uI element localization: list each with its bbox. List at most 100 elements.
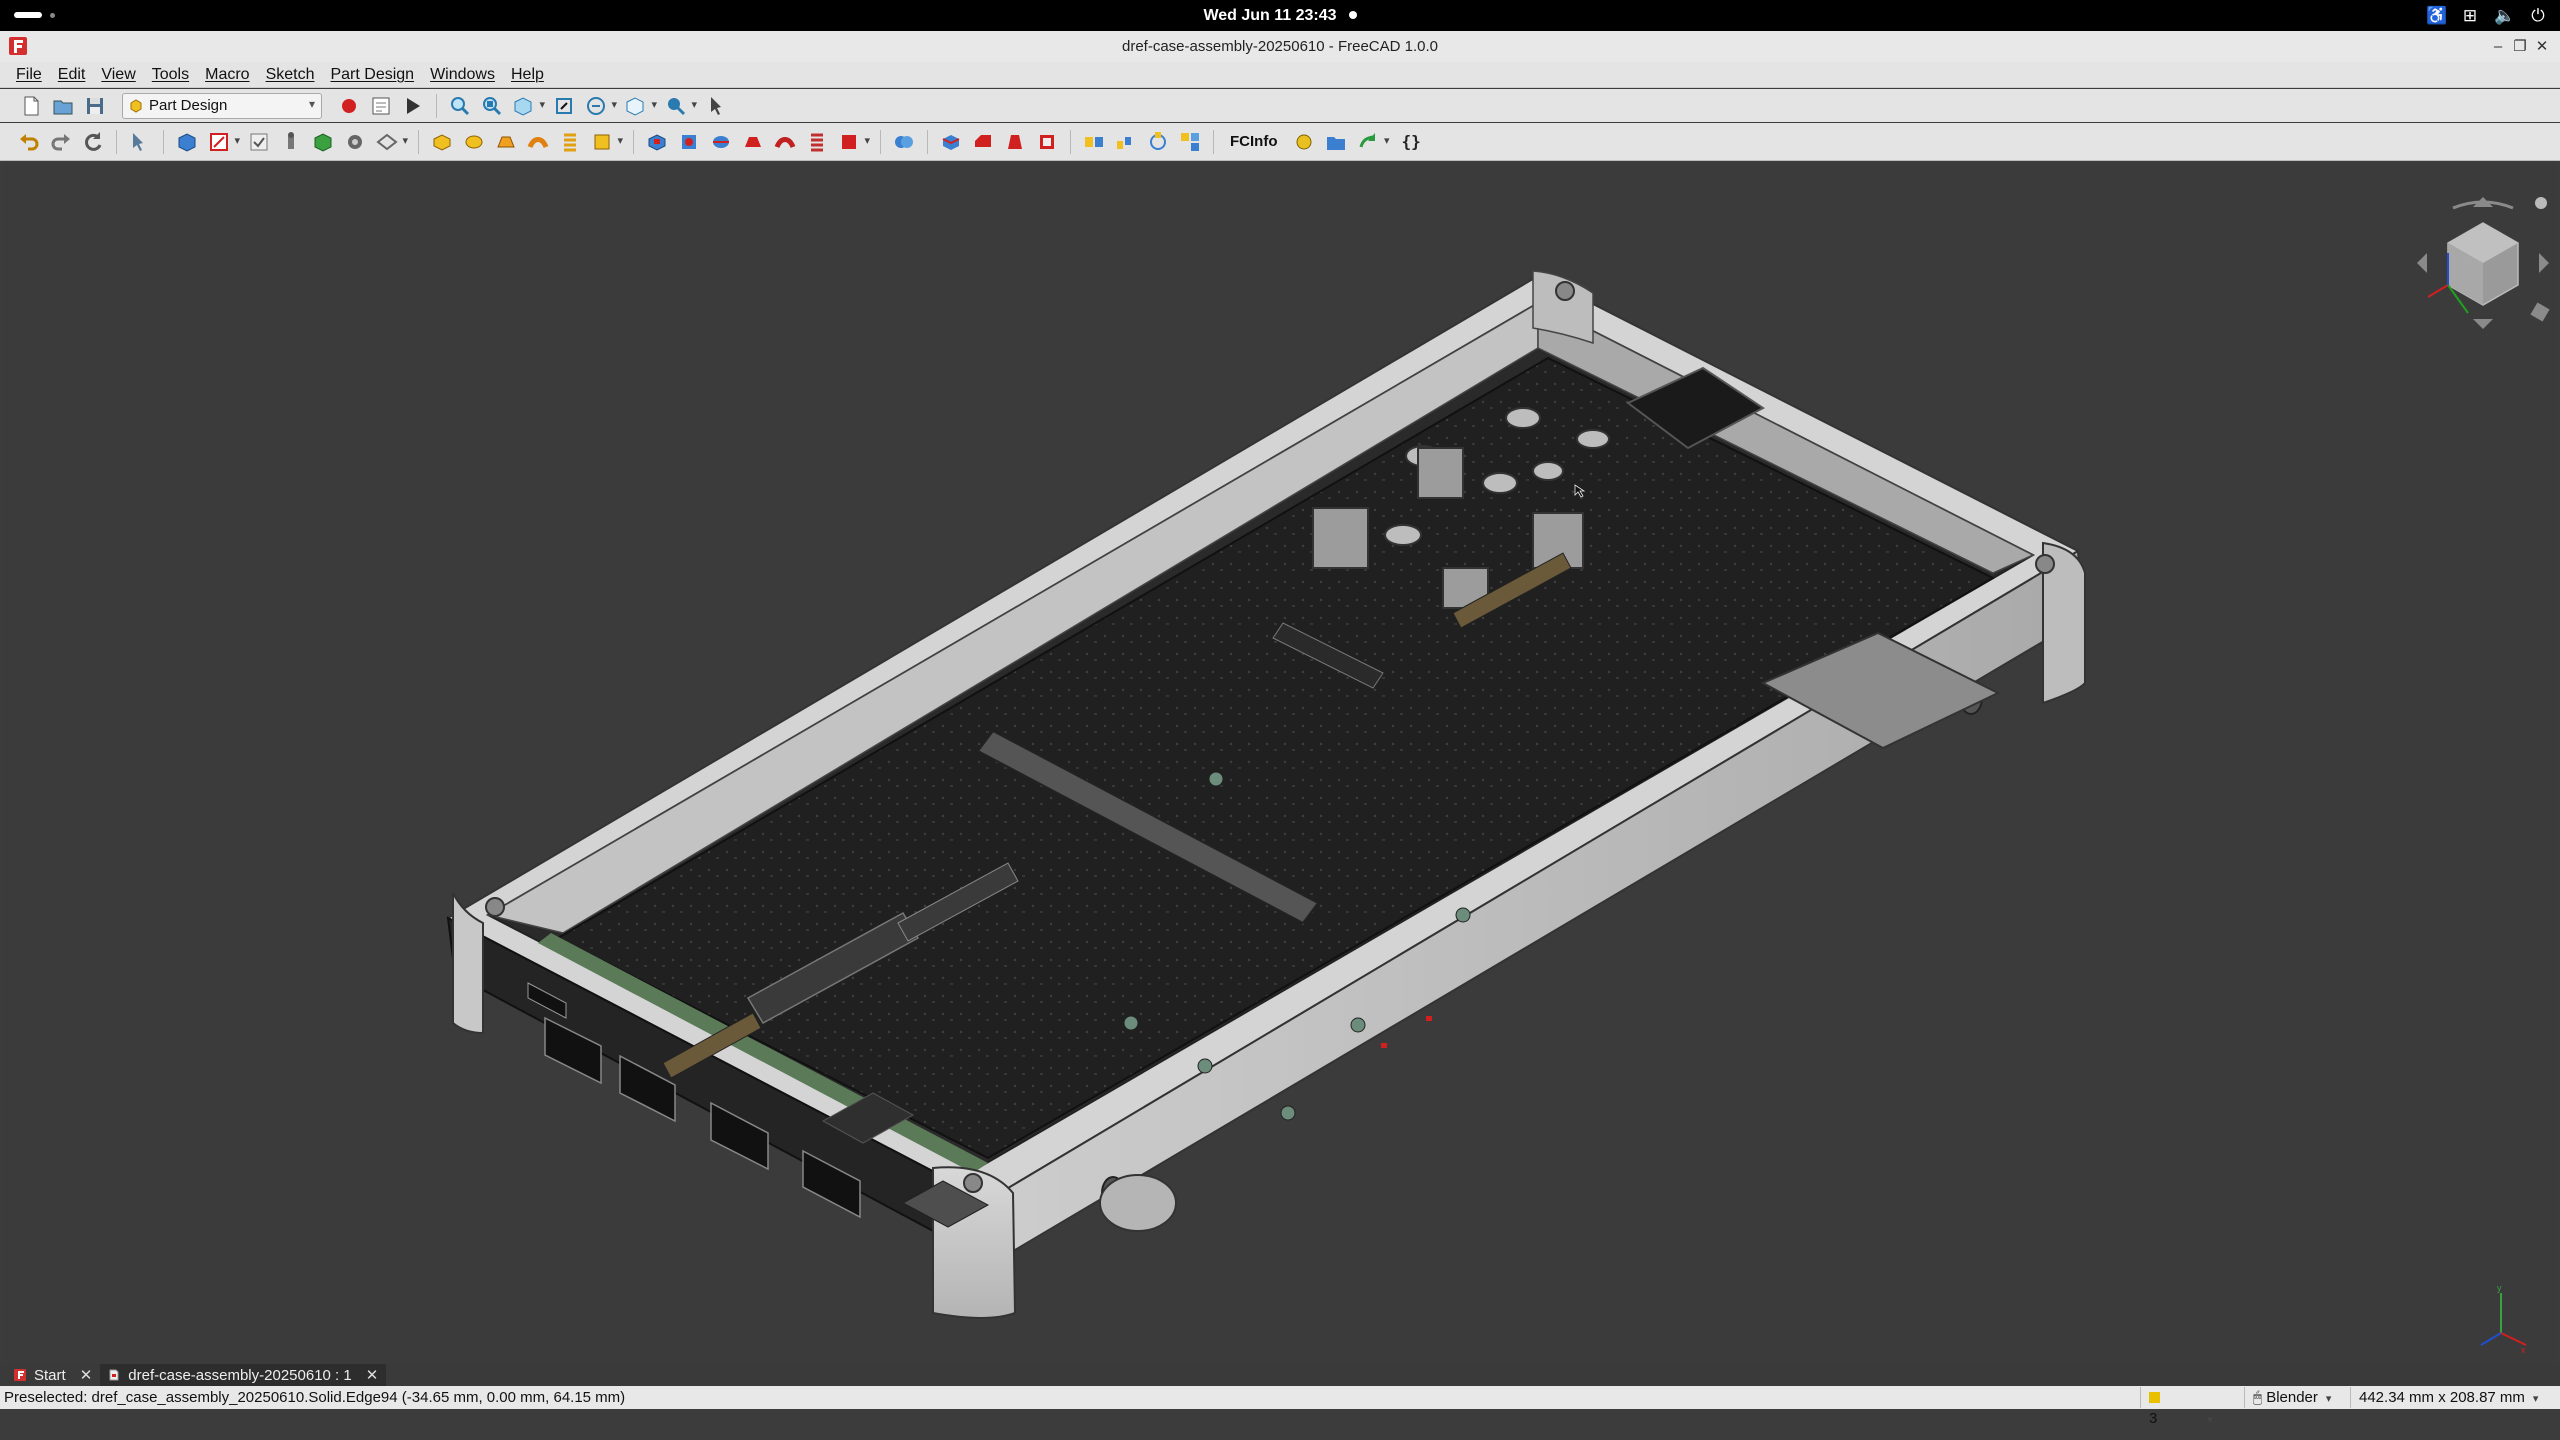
refresh-icon[interactable] <box>80 129 106 155</box>
accessibility-icon[interactable]: ♿ <box>2426 6 2447 26</box>
menu-view[interactable]: View <box>93 62 143 88</box>
shape-binder-icon[interactable] <box>310 129 336 155</box>
clock-text: Wed Jun 11 23:43 <box>1203 7 1337 24</box>
create-datum-point-icon[interactable] <box>278 129 304 155</box>
toolbar-separator <box>436 93 437 118</box>
view-dimensions-label: 442.34 mm x 208.87 mm <box>2359 1389 2525 1406</box>
toolbar-row-2: FCInfo {} <box>0 123 2560 161</box>
groove-icon[interactable] <box>708 129 734 155</box>
menu-part-design[interactable]: Part Design <box>322 62 422 88</box>
network-icon[interactable]: ⊞ <box>2460 6 2480 26</box>
pocket-icon[interactable] <box>644 129 670 155</box>
clone-icon[interactable] <box>342 129 368 155</box>
chevron-down-icon: ▾ <box>308 96 315 111</box>
additive-loft-icon[interactable] <box>493 129 519 155</box>
navcube-view-menu-icon <box>2530 302 2550 322</box>
navigation-cube[interactable] <box>2413 193 2553 333</box>
toolbar-separator <box>1213 129 1214 154</box>
document-icon <box>109 1369 119 1381</box>
menu-windows[interactable]: Windows <box>422 62 503 88</box>
view-dimensions-field[interactable]: 442.34 mm x 208.87 mm ▾ <box>2350 1387 2560 1408</box>
3d-viewport[interactable]: y x <box>3 163 2557 1395</box>
folder-icon[interactable] <box>1323 129 1349 155</box>
fcinfo-macro-button[interactable]: FCInfo <box>1230 133 1277 150</box>
execute-macro-icon[interactable] <box>400 93 426 119</box>
fillet-icon[interactable] <box>938 129 964 155</box>
record-macro-icon[interactable] <box>336 93 362 119</box>
isometric-view-icon[interactable] <box>623 93 657 119</box>
create-body-icon[interactable] <box>174 129 200 155</box>
navigation-style-selector[interactable]: 🖱 Blender ▾ <box>2244 1387 2344 1408</box>
restore-button[interactable]: ❐ <box>2508 31 2532 62</box>
close-window-button[interactable]: ✕ <box>2530 31 2554 62</box>
draw-style-icon[interactable] <box>511 93 545 119</box>
pad-icon[interactable] <box>429 129 455 155</box>
datum-plane-icon[interactable] <box>374 129 408 155</box>
clock[interactable]: Wed Jun 11 23:43 <box>1150 0 1410 31</box>
volume-icon[interactable]: 🔈 <box>2494 6 2515 26</box>
std-views-icon[interactable] <box>583 93 617 119</box>
subtractive-loft-icon[interactable] <box>740 129 766 155</box>
menu-macro[interactable]: Macro <box>197 62 257 88</box>
mirrored-icon[interactable] <box>1081 129 1107 155</box>
select-filter-icon[interactable] <box>127 129 153 155</box>
measure-icon[interactable] <box>663 93 697 119</box>
tab-start[interactable]: Start ✕ <box>6 1364 100 1386</box>
window-titlebar[interactable]: dref-case-assembly-20250610 - FreeCAD 1.… <box>0 31 2560 62</box>
whats-this-icon[interactable] <box>703 93 729 119</box>
close-tab-icon[interactable]: ✕ <box>366 1366 379 1384</box>
validate-sketch-icon[interactable] <box>246 129 272 155</box>
toolbar-separator <box>880 129 881 154</box>
boolean-icon[interactable] <box>891 129 917 155</box>
svg-text:x: x <box>2521 1345 2526 1353</box>
fit-selection-icon[interactable] <box>479 93 505 119</box>
screw-hole <box>2035 554 2055 574</box>
freecad-window: dref-case-assembly-20250610 - FreeCAD 1.… <box>0 31 2560 1440</box>
open-document-icon[interactable] <box>50 93 76 119</box>
subtractive-pipe-icon[interactable] <box>772 129 798 155</box>
macro-arrow-icon[interactable] <box>1355 129 1389 155</box>
create-sketch-icon[interactable] <box>206 129 240 155</box>
multi-transform-icon[interactable] <box>1177 129 1203 155</box>
redo-icon[interactable] <box>48 129 74 155</box>
revolution-icon[interactable] <box>461 129 487 155</box>
new-document-icon[interactable] <box>18 93 44 119</box>
linear-pattern-icon[interactable] <box>1113 129 1139 155</box>
fit-all-icon[interactable] <box>447 93 473 119</box>
macros-icon[interactable] <box>368 93 394 119</box>
bounding-box-icon[interactable] <box>551 93 577 119</box>
menu-help[interactable]: Help <box>503 62 552 88</box>
minimize-button[interactable]: – <box>2486 31 2510 62</box>
status-tasks-field[interactable]: 3 ▾ <box>2140 1387 2232 1427</box>
chamfer-icon[interactable] <box>970 129 996 155</box>
toolbar-separator <box>927 129 928 154</box>
subtractive-primitive-icon[interactable] <box>836 129 870 155</box>
menu-file[interactable]: File <box>8 62 50 88</box>
menu-tools[interactable]: Tools <box>144 62 197 88</box>
hole-icon[interactable] <box>676 129 702 155</box>
menu-sketch[interactable]: Sketch <box>258 62 323 88</box>
menu-edit[interactable]: Edit <box>50 62 94 88</box>
workbench-selector[interactable]: Part Design ▾ <box>122 92 322 119</box>
system-tray[interactable]: ♿ ⊞ 🔈 ⏻ <box>2426 0 2548 31</box>
axis-cross-icon: y x <box>2480 1283 2527 1353</box>
macro-editor-button[interactable]: {} <box>1401 132 1420 151</box>
additive-helix-icon[interactable] <box>557 129 583 155</box>
macro-tool-icon[interactable] <box>1291 129 1317 155</box>
activities-indicator[interactable] <box>14 12 55 19</box>
navigation-style-label: Blender <box>2266 1389 2318 1406</box>
undo-icon[interactable] <box>16 129 42 155</box>
save-document-icon[interactable] <box>82 93 108 119</box>
close-tab-icon[interactable]: ✕ <box>80 1366 93 1384</box>
polar-pattern-icon[interactable] <box>1145 129 1171 155</box>
power-icon[interactable]: ⏻ <box>2528 6 2548 26</box>
case-assembly-model[interactable] <box>3 163 2557 1395</box>
tab-document[interactable]: dref-case-assembly-20250610 : 1 ✕ <box>100 1364 387 1386</box>
draft-icon[interactable] <box>1002 129 1028 155</box>
subtractive-helix-icon[interactable] <box>804 129 830 155</box>
document-tab-bar: Start ✕ dref-case-assembly-20250610 : 1 … <box>0 1364 2560 1386</box>
thickness-icon[interactable] <box>1034 129 1060 155</box>
additive-pipe-icon[interactable] <box>525 129 551 155</box>
tasks-count: 3 <box>2149 1410 2158 1427</box>
additive-primitive-icon[interactable] <box>589 129 623 155</box>
